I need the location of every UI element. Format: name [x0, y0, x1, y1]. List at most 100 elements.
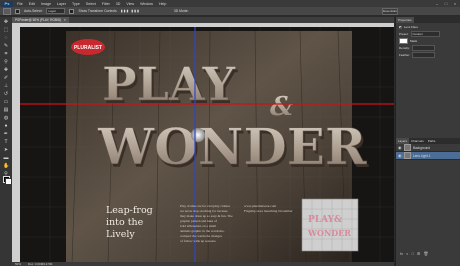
menu-bar: Ps File Edit Image Layer Type Select Fil…	[0, 0, 460, 7]
body-line-7: compact the wardrobe changes	[180, 234, 223, 238]
preset-label: Preset:	[399, 31, 409, 36]
tab-properties[interactable]: Properties	[396, 17, 414, 23]
menu-image[interactable]: Image	[41, 2, 51, 6]
tagline-line-3: Lively	[106, 229, 135, 240]
tagline-line-2: into the	[106, 217, 144, 228]
app-logo: Ps	[1, 0, 13, 7]
workspace-switcher[interactable]: Essentials	[382, 8, 398, 15]
feather-row: Feather:	[396, 51, 460, 58]
layers-spacer	[396, 160, 460, 250]
properties-layer-name: Lens Flare	[403, 24, 419, 29]
fx-button[interactable]: fx	[400, 251, 403, 256]
trash-icon[interactable]: 🗑	[423, 251, 428, 256]
status-bar: 50% Doc: 3.00M/12.5M	[12, 262, 394, 266]
hand-tool-icon[interactable]: ✋	[3, 163, 9, 169]
auto-select-label: Auto-Select:	[24, 9, 43, 13]
wonder-word: WONDER	[97, 117, 367, 176]
shape-tool-icon[interactable]: ▬	[3, 155, 9, 161]
mask-button[interactable]: □	[412, 251, 414, 256]
menu-file[interactable]: File	[17, 2, 23, 6]
body-line-8: of follow wide up seasons.	[180, 239, 216, 243]
marquee-tool-icon[interactable]: ⬚	[3, 27, 9, 33]
visibility-eye-icon[interactable]: ◉	[398, 145, 402, 150]
show-transform-label: Show Transform Controls	[78, 9, 117, 13]
new-layer-button[interactable]: ⊞	[417, 251, 420, 256]
tagline-line-1: Leap-frog	[106, 205, 153, 216]
menu-view[interactable]: View	[126, 2, 134, 6]
minimize-icon[interactable]: –	[434, 1, 440, 6]
density-slider[interactable]	[411, 44, 435, 51]
tab-channels[interactable]: Channels	[409, 138, 426, 144]
layer-thumbnail	[404, 152, 411, 159]
zoom-level[interactable]: 50%	[15, 262, 21, 266]
url-line-1: www.pluralistwear.com	[244, 204, 277, 208]
lasso-tool-icon[interactable]: ◌	[3, 35, 9, 41]
auto-select-dropdown[interactable]: Layer	[46, 8, 66, 14]
properties-header: ◩ Lens Flare	[396, 23, 460, 30]
mask-row: Mask	[396, 37, 460, 44]
density-row: Density:	[396, 44, 460, 51]
eraser-tool-icon[interactable]: ▭	[3, 99, 9, 105]
eyedropper-tool-icon[interactable]: ⚲	[3, 59, 9, 65]
layer-name: Lens Light 1	[413, 153, 431, 158]
pen-tool-icon[interactable]: ✒	[3, 131, 9, 137]
close-icon[interactable]: ×	[452, 1, 458, 6]
panel-spacer	[396, 58, 460, 138]
menu-help[interactable]: Help	[159, 2, 166, 6]
preview-thumbnail: PLAY& WONDER	[301, 198, 359, 252]
menu-type[interactable]: Type	[72, 2, 80, 6]
clone-stamp-tool-icon[interactable]: ⊥	[3, 83, 9, 89]
background-color-swatch[interactable]	[5, 178, 12, 185]
path-select-tool-icon[interactable]: ➤	[3, 147, 9, 153]
mask-label: Mask	[410, 38, 418, 43]
menu-window[interactable]: Window	[140, 2, 153, 6]
move-tool-preset-icon[interactable]	[3, 7, 11, 15]
dodge-tool-icon[interactable]: ●	[3, 123, 9, 129]
show-transform-checkbox[interactable]	[69, 8, 75, 14]
mask-swatch[interactable]	[399, 37, 408, 44]
align-icons[interactable]: ▮▮▮ ▮▮▮	[121, 9, 140, 13]
menu-3d[interactable]: 3D	[116, 2, 121, 6]
body-line-4: graphic pattern and hues of	[180, 219, 218, 223]
history-brush-tool-icon[interactable]: ↺	[3, 91, 9, 97]
document-canvas[interactable]: PLURALIST PLAY PLAY & WONDER WONDER Leap…	[20, 27, 394, 263]
3d-mode-label: 3D Mode:	[173, 9, 189, 13]
move-tool-icon[interactable]: ✥	[3, 19, 9, 25]
canvas-artwork: PLURALIST PLAY PLAY & WONDER WONDER Leap…	[20, 27, 394, 263]
tab-paths[interactable]: Paths	[425, 138, 438, 144]
healing-tool-icon[interactable]: ✚	[3, 67, 9, 73]
window-controls: – □ ×	[434, 1, 458, 6]
type-tool-icon[interactable]: T	[3, 139, 9, 145]
crop-tool-icon[interactable]: ⌗	[3, 51, 9, 57]
lens-flare	[191, 128, 205, 142]
preset-row: Preset: Custom	[396, 30, 460, 37]
menu-filter[interactable]: Filter	[102, 2, 110, 6]
url-line-2: Flagship store launching November	[244, 209, 293, 213]
layer-row-background[interactable]: ◉ Background	[396, 144, 460, 152]
menu-layer[interactable]: Layer	[57, 2, 66, 6]
vertical-ruler[interactable]	[12, 23, 20, 266]
feather-slider[interactable]	[412, 51, 436, 58]
quick-select-tool-icon[interactable]: ✎	[3, 43, 9, 49]
layer-thumbnail	[404, 144, 411, 151]
preset-dropdown[interactable]: Custom	[410, 30, 440, 37]
gradient-tool-icon[interactable]: ▤	[3, 107, 9, 113]
brush-tool-icon[interactable]: ✐	[3, 75, 9, 81]
adjustment-icon: ◩	[399, 24, 402, 29]
options-bar: Auto-Select: Layer Show Transform Contro…	[0, 7, 460, 16]
body-line-3: they make dress up so easy & fun. The	[180, 214, 233, 218]
blur-tool-icon[interactable]: ◍	[3, 115, 9, 121]
adjustment-button[interactable]: ◐	[406, 251, 408, 256]
layer-name: Background	[413, 145, 431, 150]
layer-row-lens-light[interactable]: ◉ Lens Light 1	[396, 152, 460, 160]
play-word: PLAY	[102, 57, 236, 111]
body-line-1: Play clothes are for everyday clothes	[180, 204, 231, 208]
thumb-play: PLAY&	[308, 215, 342, 225]
auto-select-checkbox[interactable]	[15, 8, 20, 14]
menu-edit[interactable]: Edit	[29, 2, 35, 6]
feather-label: Feather:	[399, 52, 411, 57]
maximize-icon[interactable]: □	[443, 1, 449, 6]
menu-select[interactable]: Select	[86, 2, 96, 6]
doc-size: Doc: 3.00M/12.5M	[27, 262, 53, 266]
visibility-eye-icon[interactable]: ◉	[398, 153, 402, 158]
